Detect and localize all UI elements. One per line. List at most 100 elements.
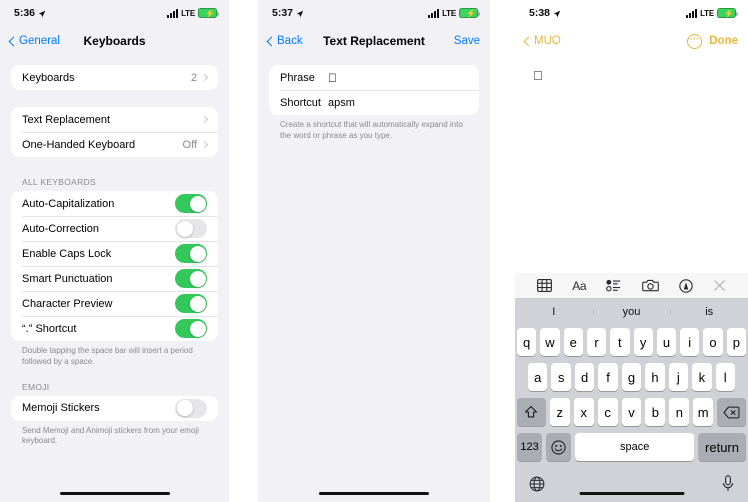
toggle-auto-correction[interactable] xyxy=(175,219,207,238)
camera-icon[interactable] xyxy=(641,279,659,292)
toggle-enable-caps-lock[interactable] xyxy=(175,244,207,263)
key-d[interactable]: d xyxy=(574,363,595,391)
status-bar: 5:38 LTE ⚡ xyxy=(515,0,748,26)
row-auto-capitalization[interactable]: Auto-Capitalization xyxy=(11,191,218,216)
more-options-icon[interactable]: ··· xyxy=(687,33,703,49)
key-l[interactable]: l xyxy=(715,363,735,391)
done-button[interactable]: Done xyxy=(709,35,738,47)
section-header-all-keyboards: ALL KEYBOARDS xyxy=(22,177,96,187)
key-p[interactable]: p xyxy=(726,328,746,356)
key-v[interactable]: v xyxy=(621,398,642,426)
home-indicator xyxy=(579,491,684,495)
row-one-handed-keyboard[interactable]: One-Handed Keyboard Off xyxy=(11,132,218,157)
keyboard-rows: q w e r t y u i o p a s d f g h j k l z … xyxy=(515,324,748,470)
home-indicator xyxy=(319,491,429,495)
backspace-icon[interactable] xyxy=(717,398,747,426)
section-header-emoji: EMOJI xyxy=(22,381,50,392)
chevron-right-icon xyxy=(200,115,209,124)
row-label: Keyboards xyxy=(22,71,75,84)
row-period-shortcut[interactable]: “.” Shortcut xyxy=(11,316,218,341)
toggle-auto-capitalization[interactable] xyxy=(175,194,207,213)
checklist-icon[interactable] xyxy=(606,279,621,292)
key-y[interactable]: y xyxy=(633,328,653,356)
space-key[interactable]: space xyxy=(575,433,695,461)
key-s[interactable]: s xyxy=(551,363,571,391)
panel-divider-1 xyxy=(229,0,258,502)
key-g[interactable]: g xyxy=(621,363,642,391)
key-n[interactable]: n xyxy=(669,398,690,426)
numbers-key[interactable]: 123 xyxy=(517,433,543,461)
key-h[interactable]: h xyxy=(645,363,665,391)
field-phrase[interactable]: Phrase  xyxy=(269,65,479,90)
back-button[interactable]: Back xyxy=(266,35,303,47)
prediction-item[interactable]: is xyxy=(670,306,748,318)
prediction-item[interactable]: I xyxy=(515,306,593,318)
key-a[interactable]: a xyxy=(528,363,548,391)
row-label: “.” Shortcut xyxy=(22,322,77,335)
shift-icon[interactable] xyxy=(516,398,546,426)
row-label: Character Preview xyxy=(22,297,113,310)
globe-icon[interactable] xyxy=(529,476,545,497)
key-x[interactable]: x xyxy=(573,398,594,426)
notes-body-wrapper: 5:38 LTE ⚡ MUO ··· Done  xyxy=(515,0,748,502)
chevron-right-icon xyxy=(200,140,209,149)
status-left: 5:36 xyxy=(14,7,46,19)
status-time: 5:38 xyxy=(529,7,551,19)
signal-bars-icon xyxy=(428,8,440,18)
key-q[interactable]: q xyxy=(517,328,537,356)
group-emoji: Memoji Stickers xyxy=(11,395,218,421)
chevron-right-icon xyxy=(200,73,209,82)
key-u[interactable]: u xyxy=(656,328,677,356)
row-smart-punctuation[interactable]: Smart Punctuation xyxy=(11,266,218,291)
back-button-general[interactable]: General xyxy=(8,35,60,47)
row-label: One-Handed Keyboard xyxy=(22,138,136,151)
row-text-replacement[interactable]: Text Replacement xyxy=(11,107,218,132)
key-f[interactable]: f xyxy=(598,363,618,391)
table-icon[interactable] xyxy=(537,279,552,292)
network-label: LTE xyxy=(442,8,456,18)
prediction-item[interactable]: you xyxy=(592,306,671,318)
footnote-period-shortcut: Double tapping the space bar will insert… xyxy=(22,346,193,366)
row-value: 2 xyxy=(190,71,197,84)
status-time: 5:36 xyxy=(14,7,36,19)
row-auto-correction[interactable]: Auto-Correction xyxy=(11,216,218,241)
key-e[interactable]: e xyxy=(563,328,583,356)
key-r[interactable]: r xyxy=(586,328,607,356)
phrase-input-value[interactable]:  xyxy=(328,72,337,84)
toggle-period-shortcut[interactable] xyxy=(175,319,207,338)
shortcut-input-value[interactable]: apsm xyxy=(328,97,355,109)
key-i[interactable]: i xyxy=(680,328,700,356)
row-memoji-stickers[interactable]: Memoji Stickers xyxy=(11,396,218,421)
key-z[interactable]: z xyxy=(549,398,570,426)
row-character-preview[interactable]: Character Preview xyxy=(11,291,218,316)
row-enable-caps-lock[interactable]: Enable Caps Lock xyxy=(11,241,218,266)
back-button-muo[interactable]: MUO xyxy=(523,35,561,47)
nav-bar: MUO ··· Done xyxy=(515,26,748,56)
format-aa-icon[interactable]: Aa xyxy=(572,279,586,293)
key-o[interactable]: o xyxy=(703,328,723,356)
key-k[interactable]: k xyxy=(692,363,712,391)
microphone-icon[interactable] xyxy=(722,475,734,497)
key-m[interactable]: m xyxy=(693,398,714,426)
emoji-smiley-icon[interactable] xyxy=(546,433,572,461)
save-button[interactable]: Save xyxy=(454,35,480,47)
screenshot-stage: 5:36 LTE ⚡ General Keyboards Keyboards 2… xyxy=(0,0,748,502)
row-keyboards[interactable]: Keyboards 2 xyxy=(11,65,218,90)
key-c[interactable]: c xyxy=(597,398,618,426)
return-key[interactable]: return xyxy=(698,433,746,461)
key-b[interactable]: b xyxy=(645,398,666,426)
key-w[interactable]: w xyxy=(540,328,560,356)
group-text-options: Text Replacement One-Handed Keyboard Off xyxy=(11,107,218,157)
toggle-character-preview[interactable] xyxy=(175,294,207,313)
toggle-memoji-stickers[interactable] xyxy=(175,398,207,418)
status-time: 5:37 xyxy=(272,7,294,19)
note-text-body[interactable]:  xyxy=(515,56,748,95)
status-right: LTE ⚡ xyxy=(167,8,219,18)
key-t[interactable]: t xyxy=(610,328,630,356)
toggle-smart-punctuation[interactable] xyxy=(175,269,207,288)
panel-keyboards-settings: 5:36 LTE ⚡ General Keyboards Keyboards 2… xyxy=(0,0,229,502)
field-shortcut[interactable]: Shortcut apsm xyxy=(269,90,479,115)
markup-pen-icon[interactable] xyxy=(678,278,693,293)
key-j[interactable]: j xyxy=(668,363,689,391)
close-icon[interactable] xyxy=(713,279,726,292)
